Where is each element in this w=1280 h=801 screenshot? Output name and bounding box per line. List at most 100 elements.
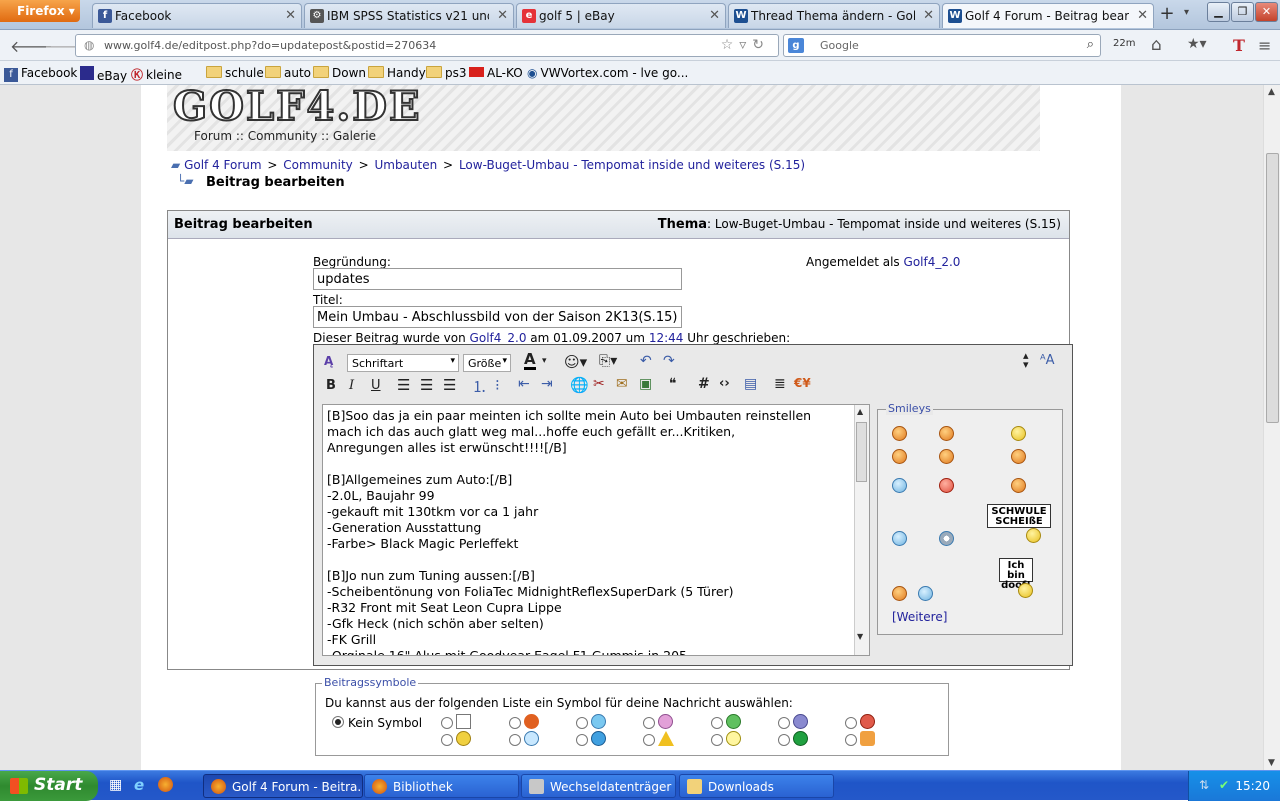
resize-editor-icon[interactable]: ▴ ▾: [1023, 350, 1029, 370]
cool-smiley-icon[interactable]: [892, 531, 907, 546]
remove-link-icon[interactable]: ✂: [593, 376, 605, 392]
font-size-select[interactable]: Größe ▾: [463, 354, 511, 372]
close-tab-icon[interactable]: ✕: [709, 8, 720, 23]
address-bar[interactable]: ◍ www.golf4.de/editpost.php?do=updatepos…: [75, 34, 779, 57]
breadcrumb-community[interactable]: Community: [283, 158, 352, 172]
logged-in-user-link[interactable]: Golf4_2.0: [904, 255, 961, 269]
close-tab-icon[interactable]: ✕: [1137, 8, 1148, 23]
bookmark-auto[interactable]: auto: [265, 66, 311, 80]
more-smileys-link[interactable]: [Weitere]: [892, 610, 947, 624]
network-icon[interactable]: ⇅: [1199, 778, 1209, 792]
breadcrumb-thread[interactable]: Low-Buget-Umbau - Tempomat inside und we…: [459, 158, 805, 172]
bookmark-handy[interactable]: Handy: [368, 66, 426, 80]
start-button[interactable]: Start: [0, 771, 98, 801]
post-icon-radio[interactable]: [643, 734, 655, 746]
undo-icon[interactable]: ↶: [640, 353, 652, 369]
post-icon-radio[interactable]: [509, 717, 521, 729]
smiley-icon[interactable]: [1011, 449, 1026, 464]
confused-smiley-icon[interactable]: [892, 478, 907, 493]
tab-beitrag-bearbeiten[interactable]: W Golf 4 Forum - Beitrag bearbeiten ✕: [942, 3, 1154, 28]
new-tab-button[interactable]: +: [1155, 4, 1179, 26]
translate-icon[interactable]: T: [1233, 36, 1245, 55]
insert-email-icon[interactable]: ✉: [616, 376, 628, 392]
post-icon-radio[interactable]: [711, 717, 723, 729]
bookmark-ebay[interactable]: eBay: [80, 66, 127, 83]
align-center-icon[interactable]: ☰: [420, 376, 433, 394]
message-textarea[interactable]: [B]Soo das ja ein paar meinten ich sollt…: [322, 404, 870, 656]
site-logo[interactable]: GOLF4.DE: [172, 85, 421, 131]
text-color-icon[interactable]: A: [524, 352, 536, 370]
home-icon[interactable]: ⌂: [1151, 35, 1162, 55]
wrap-code-icon[interactable]: #: [698, 376, 710, 392]
ebay-insert-icon[interactable]: €¥: [794, 376, 811, 390]
bookmarks-menu-icon[interactable]: ★▾: [1187, 36, 1207, 52]
search-bar[interactable]: g Google ⌕: [783, 34, 1101, 57]
smiley-icon[interactable]: [918, 586, 933, 601]
shocked-smiley-icon[interactable]: [939, 531, 954, 546]
close-tab-icon[interactable]: ✕: [923, 8, 934, 23]
post-icon-radio[interactable]: [441, 717, 453, 729]
insert-link-icon[interactable]: 🌐: [570, 376, 589, 394]
textarea-scrollbar[interactable]: ▲ ▼: [854, 405, 869, 655]
post-icon-radio[interactable]: [845, 717, 857, 729]
page-scrollbar[interactable]: ▲ ▼: [1263, 85, 1280, 770]
close-tab-icon[interactable]: ✕: [285, 8, 296, 23]
minimize-icon[interactable]: ▁: [1207, 2, 1230, 22]
post-icon-radio[interactable]: [509, 734, 521, 746]
smiley-icon[interactable]: [892, 449, 907, 464]
menu-icon[interactable]: ≡: [1258, 36, 1271, 55]
smiley-icon[interactable]: [939, 426, 954, 441]
angry-smiley-icon[interactable]: [939, 478, 954, 493]
firefox-quicklaunch-icon[interactable]: [158, 777, 173, 792]
switch-editor-mode-icon[interactable]: ᴬA: [1040, 353, 1055, 368]
title-input[interactable]: Mein Umbau - Abschlussbild von der Saiso…: [313, 306, 682, 328]
doof-sign-smiley-icon[interactable]: Ich bin doof!: [999, 558, 1033, 591]
task-firefox-forum[interactable]: Golf 4 Forum - Beitra...: [203, 774, 363, 798]
attachment-icon[interactable]: ⎘▾: [599, 353, 617, 369]
firefox-menu-button[interactable]: Firefox ▾: [0, 0, 80, 22]
tab-list-icon[interactable]: ▾: [1184, 7, 1189, 18]
post-icon-radio[interactable]: [778, 734, 790, 746]
bookmark-down[interactable]: Down: [313, 66, 366, 80]
scroll-down-icon[interactable]: ▼: [857, 632, 863, 641]
post-icon-radio[interactable]: [778, 717, 790, 729]
grin-smiley-icon[interactable]: [1011, 426, 1026, 441]
strike-center-icon[interactable]: ≣: [774, 376, 786, 392]
indent-icon[interactable]: ⇥: [541, 376, 553, 392]
author-link[interactable]: Golf4_2.0: [470, 331, 527, 345]
insert-image-icon[interactable]: ▣: [639, 376, 652, 392]
internet-explorer-icon[interactable]: e: [134, 776, 144, 794]
close-window-icon[interactable]: ✕: [1255, 2, 1278, 22]
unordered-list-icon[interactable]: ⁝: [495, 376, 500, 394]
bookmark-star-icon[interactable]: ☆▿↻: [721, 37, 770, 53]
textarea-scroll-thumb[interactable]: [856, 422, 867, 482]
italic-icon[interactable]: I: [349, 378, 354, 393]
tab-thread-thema[interactable]: W Thread Thema ändern - Golf 4 For... ✕: [728, 3, 940, 28]
wrap-html-icon[interactable]: ‹›: [719, 376, 730, 391]
remove-format-icon[interactable]: Ą: [324, 354, 333, 368]
align-right-icon[interactable]: ☰: [443, 376, 456, 394]
smiley-icon[interactable]: [1011, 478, 1026, 493]
tab-spss[interactable]: ⚙ IBM SPSS Statistics v21 und v20 ... ✕: [304, 3, 514, 28]
smiley-icon[interactable]: [892, 426, 907, 441]
downloads-indicator[interactable]: 22m: [1113, 38, 1135, 49]
tab-facebook[interactable]: f Facebook ✕: [92, 3, 302, 28]
google-icon[interactable]: g: [788, 38, 804, 53]
reason-input[interactable]: updates: [313, 268, 682, 290]
post-icon-radio[interactable]: [576, 734, 588, 746]
post-icon-none-radio[interactable]: [332, 716, 344, 728]
show-desktop-icon[interactable]: ▦: [109, 777, 122, 793]
bookmark-alko[interactable]: AL-KO: [469, 66, 523, 80]
safely-remove-icon[interactable]: ✔: [1219, 778, 1229, 792]
bookmark-vwvortex[interactable]: ◉ VWVortex.com - lve go...: [527, 66, 688, 80]
scroll-down-icon[interactable]: ▼: [1268, 758, 1275, 768]
insert-quote-icon[interactable]: ❝: [669, 376, 677, 392]
ordered-list-icon[interactable]: ⒈: [472, 376, 487, 397]
bookmark-schule[interactable]: schule: [206, 66, 264, 80]
smiley-icon[interactable]: [939, 449, 954, 464]
underline-icon[interactable]: U: [371, 378, 381, 393]
scroll-up-icon[interactable]: ▲: [1268, 87, 1275, 97]
scroll-up-icon[interactable]: ▲: [857, 407, 863, 416]
page-scroll-thumb[interactable]: [1266, 153, 1279, 423]
smiley-menu-icon[interactable]: ☺▾: [564, 353, 587, 371]
